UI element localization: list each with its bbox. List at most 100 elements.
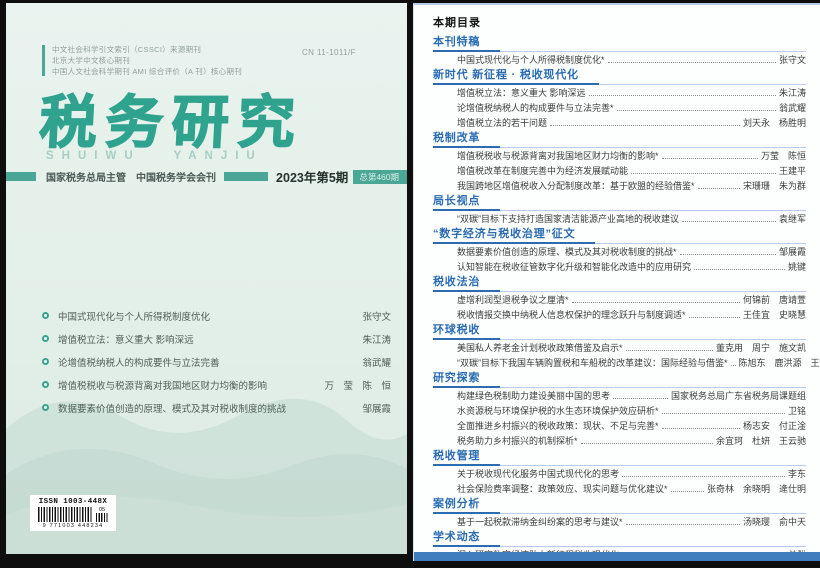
cover-article-title: 增值税税收与税源背离对我国地区财力均衡的影响: [58, 378, 267, 392]
toc-article-authors: 张守文: [779, 53, 806, 66]
toc-sections: 本刊特稿 中国式现代化与个人所得税制度优化* 张守文 新时代 新征程 · 税收现…: [433, 35, 806, 562]
toc-section-header: 税收管理: [433, 449, 806, 466]
toc-article-title: 税收情报交换中纳税人信息权保护的理念跃升与制度调适*: [457, 308, 686, 321]
toc-article-authors: 姚键: [788, 260, 806, 273]
accreditation-list: 中文社会科学引文索引（CSSCI）来源期刊北京大学中文核心期刊中国人文社会科学期…: [52, 45, 242, 77]
toc-article-authors: 王建平: [779, 164, 806, 177]
toc-article-row: 数据要素价值创造的原理、模式及其对税收制度的挑战* 邹展霞: [433, 244, 806, 259]
toc-section-header: 学术动态: [433, 530, 806, 547]
toc-section-rule: [500, 546, 806, 547]
toc-article-authors: 邹展霞: [779, 245, 806, 258]
toc-section-rule: [500, 147, 806, 148]
toc-section-rule: [500, 387, 806, 388]
toc-article-title: 中国式现代化与个人所得税制度优化*: [457, 53, 605, 66]
toc-article-title: 增值税改革在制度完善中为经济发展赋动能: [457, 164, 628, 177]
toc-article-authors: 陈旭东 鹿洪源 王培浩: [739, 356, 820, 369]
toc-article-row: 增值税立法的若干问题 刘天永 杨胜明: [433, 115, 806, 130]
dot-leader: [626, 524, 740, 525]
toc-section-rule: [500, 465, 806, 466]
toc-article-row: 认知智能在税收征管数字化升级和智能化改造中的应用研究 姚键: [433, 259, 806, 274]
toc-section-title: 本刊特稿: [433, 33, 500, 52]
dot-leader: [631, 173, 776, 174]
dot-leader: [682, 221, 776, 222]
cover-article-row: 论增值税纳税人的构成要件与立法完善 翁武耀: [42, 350, 391, 373]
toc-article-title: 社会保险费率调整：政策效应、现实问题与优化建议*: [457, 482, 668, 495]
toc-article-authors: 万莹 陈恒: [761, 149, 806, 162]
dot-leader: [680, 254, 776, 255]
toc-article-authors: 何锦前 唐靖萱: [743, 293, 806, 306]
toc-article-authors: 国家税务总局广东省税务局课题组: [671, 389, 806, 402]
bullet-ring-icon: [42, 335, 49, 342]
toc-article-title: 我国跨地区增值税收入分配制度改革：基于欧盟的经验借鉴*: [457, 179, 695, 192]
toc-section: 案例分析 基于一起税款滞纳金纠纷案的思考与建议* 汤晓璎 俞中天: [433, 497, 806, 529]
toc-article-title: 增值税税收与税源背离对我国地区财力均衡的影响*: [457, 149, 659, 162]
toc-article-title: “双碳”目标下支持打造国家清洁能源产业高地的税收建议: [457, 212, 679, 225]
toc-section: 环球税收 美国私人养老金计划税收政策借鉴及启示* 董克用 周宁 施文凯 “双碳”…: [433, 323, 806, 370]
toc-section-title: 环球税收: [433, 321, 500, 340]
toc-article-title: 美国私人养老金计划税收政策借鉴及启示*: [457, 341, 623, 354]
toc-section-title: 案例分析: [433, 495, 500, 514]
journal-cover: 中文社会科学引文索引（CSSCI）来源期刊北京大学中文核心期刊中国人文社会科学期…: [6, 3, 407, 554]
toc-article-authors: 杨志安 付正淦: [743, 419, 806, 432]
toc-article-authors: 李东: [788, 467, 806, 480]
dot-leader: [662, 413, 785, 414]
bullet-ring-icon: [42, 358, 49, 365]
dot-leader: [613, 398, 668, 399]
toc-section-header: 环球税收: [433, 323, 806, 340]
toc-article-row: 全面推进乡村振兴的税收政策：现状、不足与完善* 杨志安 付正淦: [433, 418, 806, 433]
toc-article-title: 基于一起税款滞纳金纠纷案的思考与建议*: [457, 515, 623, 528]
toc-article-authors: 卫铭: [788, 404, 806, 417]
toc-section-header: 新时代 新征程 · 税收现代化: [433, 68, 806, 85]
cover-article-authors: 张守文: [362, 309, 391, 323]
toc-article-authors: 余宜珂 杜妍 王云驰: [716, 434, 806, 447]
cover-article-row: 增值税税收与税源背离对我国地区财力均衡的影响 万 莹 陈 恒: [42, 373, 391, 396]
banner-bar-left: [6, 172, 36, 181]
dot-leader: [662, 428, 740, 429]
journal-title-pinyin: SHUIWU YANJIU: [46, 150, 263, 162]
toc-section-title: 新时代 新征程 · 税收现代化: [433, 66, 599, 85]
cover-article-authors: 邹展霞: [362, 401, 391, 415]
toc-article-row: 我国跨地区增值税收入分配制度改革：基于欧盟的经验借鉴* 宋珊珊 朱为群: [433, 178, 806, 193]
dot-leader: [608, 62, 776, 63]
dot-leader: [694, 269, 785, 270]
toc-section-rule: [595, 243, 806, 244]
barcode-addon-icon: [96, 513, 109, 522]
cover-article-title: 论增值税纳税人的构成要件与立法完善: [58, 355, 220, 369]
toc-article-row: 增值税税收与税源背离对我国地区财力均衡的影响* 万莹 陈恒: [433, 148, 806, 163]
toc-article-authors: 翁武耀: [779, 101, 806, 114]
cover-article-authors: 翁武耀: [362, 355, 391, 369]
bullet-ring-icon: [42, 381, 49, 388]
toc-article-authors: 朱江涛: [779, 86, 806, 99]
toc-article-row: 美国私人养老金计划税收政策借鉴及启示* 董克用 周宁 施文凯: [433, 340, 806, 355]
toc-article-title: 全面推进乡村振兴的税收政策：现状、不足与完善*: [457, 419, 659, 432]
toc-article-row: 水资源税与环境保护税的水生态环境保护效应研析* 卫铭: [433, 403, 806, 418]
toc-article-row: 构建绿色税制助力建设美丽中国的思考 国家税务总局广东省税务局课题组: [433, 388, 806, 403]
toc-article-row: 基于一起税款滞纳金纠纷案的思考与建议* 汤晓璎 俞中天: [433, 514, 806, 529]
accreditation-line: 中国人文社会科学期刊 AMI 综合评价（A 刊）核心期刊: [52, 67, 242, 77]
toc-article-row: 增值税立法：意义重大 影响深远 朱江涛: [433, 85, 806, 100]
toc-section-title: 局长视点: [433, 192, 500, 211]
toc-section-rule: [500, 51, 806, 52]
toc-article-title: 水资源税与环境保护税的水生态环境保护效应研析*: [457, 404, 659, 417]
toc-section-rule: [500, 513, 806, 514]
toc-section-title: 税收管理: [433, 447, 500, 466]
toc-section-header: 税制改革: [433, 131, 806, 148]
cover-article-title: 增值税立法：意义重大 影响深远: [58, 332, 194, 346]
toc-section: 本刊特稿 中国式现代化与个人所得税制度优化* 张守文: [433, 35, 806, 67]
toc-section-rule: [500, 210, 806, 211]
toc-article-row: 中国式现代化与个人所得税制度优化* 张守文: [433, 52, 806, 67]
issue-banner: 国家税务总局主管 中国税务学会会刊 2023年第5期 总第460期: [6, 168, 407, 185]
toc-article-authors: 刘天永 杨胜明: [743, 116, 806, 129]
toc-article-row: 论增值税纳税人的构成要件与立法完善* 翁武耀: [433, 100, 806, 115]
toc-section: 税收管理 关于税收现代化服务中国式现代化的思考 李东 社会保险费率调整：政策效应…: [433, 449, 806, 496]
toc-section-title: 税收法治: [433, 273, 500, 292]
toc-section-header: 案例分析: [433, 497, 806, 514]
toc-section-header: “数字经济与税收治理”征文: [433, 227, 806, 244]
issue-label: 2023年第5期: [276, 167, 348, 186]
toc-section-rule: [500, 291, 806, 292]
toc-article-title: 增值税立法的若干问题: [457, 116, 547, 129]
toc-article-authors: 袁继军: [779, 212, 806, 225]
bullet-ring-icon: [42, 404, 49, 411]
cover-article-title: 数据要素价值创造的原理、模式及其对税收制度的挑战: [58, 401, 286, 415]
publisher-line: 国家税务总局主管 中国税务学会会刊: [46, 169, 216, 184]
